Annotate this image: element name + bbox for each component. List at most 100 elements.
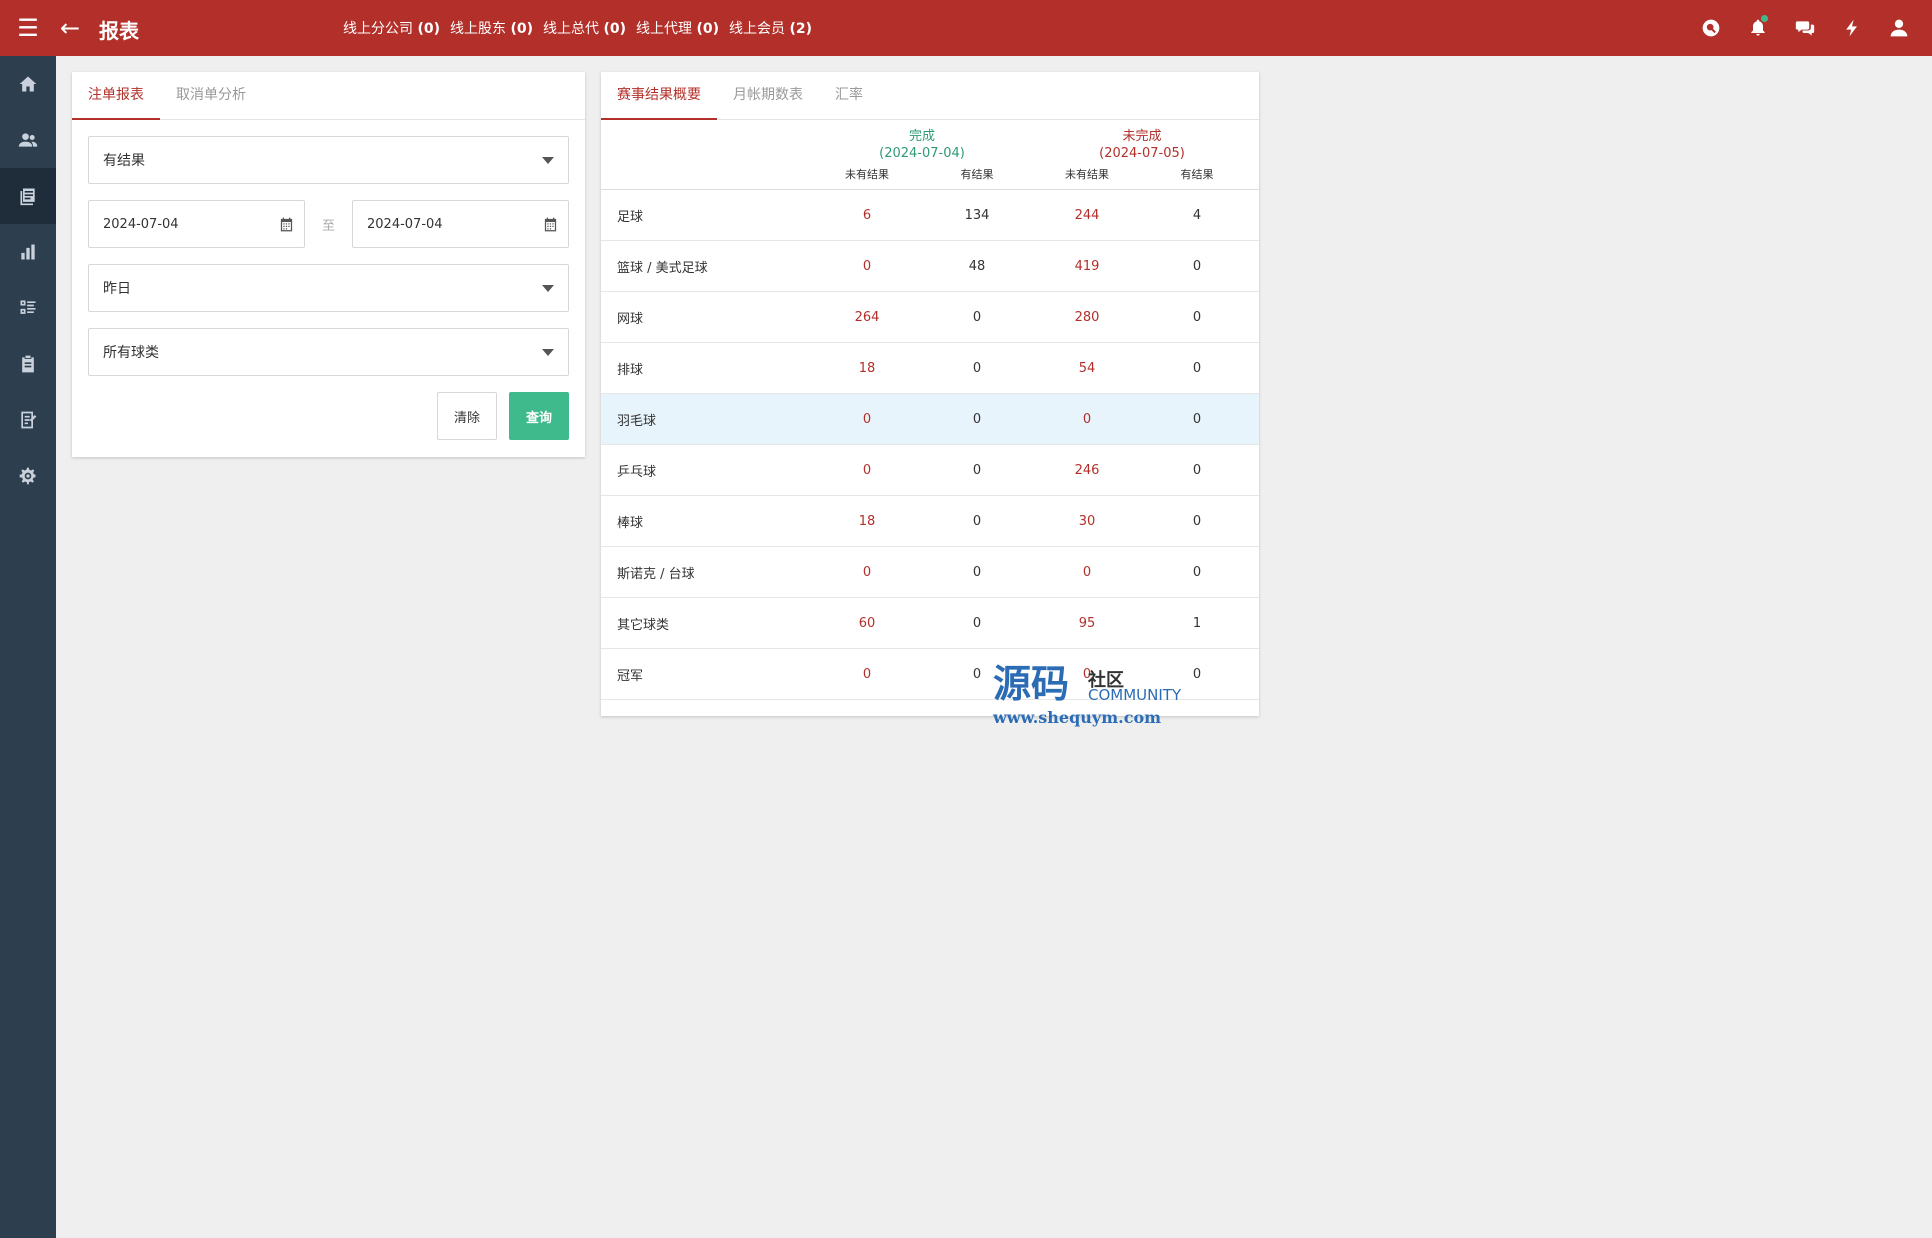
table-cell: 0 (972, 513, 982, 529)
sidebar-item-list[interactable] (0, 280, 56, 336)
sidebar (0, 56, 56, 1238)
sidebar-item-reports[interactable] (0, 168, 56, 224)
table-cell: 0 (1192, 411, 1202, 427)
sport-name: 篮球 / 美式足球 (617, 260, 708, 276)
date-to-input[interactable]: 2024-07-04 (352, 200, 569, 248)
table-cell: 0 (972, 411, 982, 427)
stat-online-branch[interactable]: 线上分公司 (0) (343, 18, 440, 38)
result-select[interactable]: 有结果 (88, 136, 569, 184)
tab-cancel-analysis[interactable]: 取消单分析 (160, 72, 262, 120)
table-cell: 30 (1078, 513, 1096, 529)
table-cell: 0 (972, 360, 982, 376)
date-from-input[interactable]: 2024-07-04 (88, 200, 305, 248)
users-icon (18, 133, 38, 147)
calendar-icon (280, 217, 293, 231)
top-bar: ☰ ← 报表 线上分公司 (0) 线上股东 (0) 线上总代 (0) 线上代理 … (0, 0, 1932, 56)
group-header-completed: 完成 (2024-07-04) (812, 128, 1032, 162)
sidebar-item-settings[interactable] (0, 448, 56, 504)
lightning-icon[interactable] (1828, 10, 1875, 46)
stat-online-agent[interactable]: 线上代理 (0) (636, 18, 719, 38)
chat-icon[interactable] (1781, 10, 1828, 46)
sidebar-item-ledger[interactable] (0, 392, 56, 448)
back-arrow-icon[interactable]: ← (56, 14, 84, 42)
filter-tabs: 注单报表 取消单分析 (72, 72, 585, 120)
column-header: 未有结果 (1065, 168, 1109, 181)
sport-name: 足球 (617, 209, 644, 225)
watermark-url: www.shequym.com (993, 708, 1162, 727)
sport-select-value: 所有球类 (103, 345, 159, 361)
date-separator: 至 (321, 218, 335, 234)
clear-button[interactable]: 清除 (437, 392, 497, 440)
search-icon[interactable] (1687, 10, 1734, 46)
result-select-value: 有结果 (103, 153, 145, 169)
table-cell: 0 (972, 615, 982, 631)
period-select[interactable]: 昨日 (88, 264, 569, 312)
clipboard-icon (22, 355, 34, 373)
table-cell: 1 (1192, 615, 1202, 631)
list-icon (20, 300, 36, 314)
table-row: 棒球 18 0 30 0 (601, 496, 1259, 547)
sidebar-item-home[interactable] (0, 56, 56, 112)
table-cell: 419 (1074, 258, 1100, 274)
table-cell: 60 (858, 615, 876, 631)
group-label: 未完成 (1122, 129, 1162, 144)
group-date: (2024-07-04) (879, 146, 965, 161)
sport-name: 斯诺克 / 台球 (617, 566, 695, 582)
sport-name: 羽毛球 (617, 413, 657, 429)
table-cell: 0 (1192, 462, 1202, 478)
sidebar-item-statistics[interactable] (0, 224, 56, 280)
tab-exchange-rate[interactable]: 汇率 (819, 72, 879, 120)
date-to-value: 2024-07-04 (367, 216, 443, 232)
group-date: (2024-07-05) (1099, 146, 1185, 161)
stat-online-shareholder[interactable]: 线上股东 (0) (450, 18, 533, 38)
table-cell: 246 (1074, 462, 1100, 478)
table-cell: 0 (972, 309, 982, 325)
bell-icon[interactable] (1734, 10, 1781, 46)
settings-icon (19, 467, 36, 485)
table-cell: 0 (1082, 564, 1092, 580)
sport-name: 排球 (617, 362, 644, 378)
table-cell: 264 (854, 309, 880, 325)
menu-icon[interactable]: ☰ (14, 14, 42, 42)
table-row: 乒乓球 0 0 246 0 (601, 445, 1259, 496)
table-cell: 48 (968, 258, 986, 274)
tab-bet-report[interactable]: 注单报表 (72, 72, 160, 120)
table-row: 网球 264 0 280 0 (601, 292, 1259, 343)
report-icon (20, 188, 35, 206)
column-header: 有结果 (960, 168, 994, 181)
table-cell: 0 (1192, 564, 1202, 580)
notification-dot (1761, 15, 1768, 22)
bar-chart-icon (21, 244, 35, 260)
sport-select[interactable]: 所有球类 (88, 328, 569, 376)
report-filter-card: 注单报表 取消单分析 有结果 2024-07-04 至 2024-07-04 昨… (72, 72, 585, 457)
table-cell: 0 (1192, 258, 1202, 274)
group-label: 完成 (908, 129, 935, 144)
table-header: 完成 (2024-07-04) 未完成 (2024-07-05) 未有结果 有结… (601, 120, 1259, 190)
sport-name: 其它球类 (617, 617, 670, 633)
sport-name: 网球 (617, 311, 644, 327)
user-icon[interactable] (1875, 10, 1922, 46)
table-body: 足球 6 134 244 4 篮球 / 美式足球 0 48 419 0 网球 264 0 280 0 排球 18… (601, 190, 1259, 700)
table-cell: 18 (858, 360, 876, 376)
sport-name: 棒球 (617, 515, 644, 531)
table-cell: 95 (1078, 615, 1096, 631)
period-select-value: 昨日 (103, 281, 131, 297)
sidebar-item-users[interactable] (0, 112, 56, 168)
table-cell: 0 (1192, 360, 1202, 376)
online-stats: 线上分公司 (0) 线上股东 (0) 线上总代 (0) 线上代理 (0) 线上会… (343, 18, 812, 38)
stat-online-general-agent[interactable]: 线上总代 (0) (543, 18, 626, 38)
column-header: 有结果 (1180, 168, 1214, 181)
tab-event-result-summary[interactable]: 赛事结果概要 (601, 72, 717, 120)
table-cell: 0 (1082, 411, 1092, 427)
sport-name: 乒乓球 (617, 464, 657, 480)
chevron-down-icon (542, 156, 554, 164)
query-button[interactable]: 查询 (509, 392, 569, 440)
table-cell: 0 (1192, 309, 1202, 325)
table-cell: 0 (972, 462, 982, 478)
table-cell: 0 (1192, 513, 1202, 529)
stat-online-member[interactable]: 线上会员 (2) (729, 18, 812, 38)
tab-monthly-period[interactable]: 月帐期数表 (717, 72, 819, 120)
group-header-incomplete: 未完成 (2024-07-05) (1032, 128, 1252, 162)
sidebar-item-clipboard[interactable] (0, 336, 56, 392)
table-row: 其它球类 60 0 95 1 (601, 598, 1259, 649)
